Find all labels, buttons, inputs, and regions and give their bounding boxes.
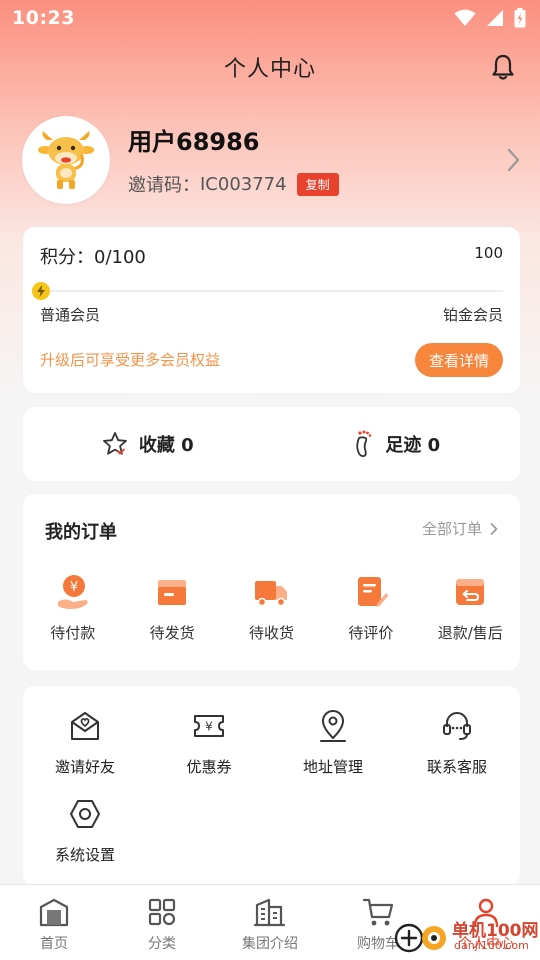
chevron-right-icon[interactable] bbox=[504, 146, 522, 174]
watermark-subtext: danji100.com bbox=[454, 939, 529, 952]
order-pending-receipt[interactable]: 待收货 bbox=[222, 572, 321, 643]
level-next: 铂金会员 bbox=[442, 306, 503, 324]
box-icon bbox=[158, 580, 187, 605]
invite-code-row: 邀请码： IC003774 复制 bbox=[128, 171, 339, 197]
points-card: 积分：0/100 100 普通会员 铂金会员 升级后可享受更多会员权益 查看详情 bbox=[23, 227, 520, 393]
level-current: 普通会员 bbox=[40, 306, 101, 324]
upgrade-hint: 升级后可享受更多会员权益 bbox=[40, 351, 221, 369]
tab-home-label: 首页 bbox=[40, 936, 68, 952]
building-icon bbox=[253, 898, 286, 927]
points-progress-track bbox=[40, 290, 503, 292]
watermark-logo-icon bbox=[394, 923, 446, 953]
tab-category-label: 分类 bbox=[148, 936, 176, 952]
page-title: 个人中心 bbox=[223, 57, 316, 82]
watermark: 单机100网 danji100.com bbox=[392, 914, 540, 960]
watermark-text: 单机100网 bbox=[452, 921, 539, 941]
footprint-label: 足迹 0 bbox=[385, 435, 441, 456]
chevron-right-small-icon bbox=[490, 522, 498, 535]
svg-text:¥: ¥ bbox=[70, 580, 78, 595]
favorites-card: 收藏 0 足迹 0 bbox=[23, 407, 520, 481]
tab-home[interactable]: 首页 bbox=[0, 885, 108, 960]
orders-card: 我的订单 全部订单 ¥ 待付款 待发货 待收货 待评价 退款/售后 bbox=[23, 494, 520, 670]
order-status-row: ¥ 待付款 待发货 待收货 待评价 退款/售后 bbox=[23, 572, 520, 643]
collect-label: 收藏 0 bbox=[138, 435, 194, 456]
avatar[interactable] bbox=[22, 116, 110, 204]
order-pending-payment-label: 待付款 bbox=[50, 624, 96, 642]
headset-icon bbox=[443, 712, 471, 740]
tool-address[interactable]: 地址管理 bbox=[271, 708, 395, 777]
category-grid-icon bbox=[148, 898, 176, 926]
order-pending-receipt-label: 待收货 bbox=[248, 624, 294, 642]
tools-card: 邀请好友 ¥ 优惠券 地址管理 联系客服 系统设置 bbox=[23, 686, 520, 886]
points-max: 100 bbox=[474, 244, 503, 262]
lightning-icon bbox=[37, 285, 45, 297]
order-pending-shipment-label: 待发货 bbox=[149, 624, 195, 642]
order-refund-label: 退款/售后 bbox=[437, 624, 503, 642]
copy-button[interactable]: 复制 bbox=[296, 172, 339, 196]
refund-icon bbox=[456, 579, 485, 605]
orders-title: 我的订单 bbox=[45, 522, 117, 543]
status-icons bbox=[454, 8, 526, 28]
signal-icon bbox=[487, 10, 503, 26]
tool-coupons[interactable]: ¥ 优惠券 bbox=[147, 708, 271, 777]
bell-icon[interactable] bbox=[488, 52, 518, 82]
coupon-icon: ¥ bbox=[194, 715, 224, 737]
truck-icon bbox=[255, 581, 288, 607]
tab-group-intro-label: 集团介绍 bbox=[242, 936, 298, 952]
tool-address-label: 地址管理 bbox=[302, 758, 363, 776]
all-orders-label: 全部订单 bbox=[421, 520, 482, 538]
tool-invite-friends[interactable]: 邀请好友 bbox=[23, 708, 147, 777]
invite-envelope-icon bbox=[71, 712, 99, 740]
page-header: 个人中心 bbox=[0, 44, 540, 90]
order-pending-payment[interactable]: ¥ 待付款 bbox=[23, 572, 122, 643]
all-orders-link[interactable]: 全部订单 bbox=[422, 518, 498, 539]
invite-label: 邀请码： bbox=[128, 175, 200, 196]
view-details-button[interactable]: 查看详情 bbox=[414, 343, 503, 377]
tool-invite-friends-label: 邀请好友 bbox=[54, 758, 115, 776]
order-pending-shipment[interactable]: 待发货 bbox=[122, 572, 221, 643]
username: 用户68986 bbox=[128, 128, 260, 156]
points-label: 积分：0/100 bbox=[40, 247, 146, 268]
tab-group-intro[interactable]: 集团介绍 bbox=[216, 885, 324, 960]
order-refund[interactable]: 退款/售后 bbox=[421, 572, 520, 643]
review-icon bbox=[357, 577, 389, 607]
order-pending-review[interactable]: 待评价 bbox=[321, 572, 420, 643]
progress-knob bbox=[32, 282, 50, 300]
tool-system-settings-label: 系统设置 bbox=[54, 846, 115, 864]
profile-section[interactable]: 用户68986 邀请码： IC003774 复制 bbox=[22, 116, 522, 206]
invite-code: IC003774 bbox=[200, 173, 287, 195]
footprint-entry[interactable]: 足迹 0 bbox=[272, 407, 521, 481]
tab-category[interactable]: 分类 bbox=[108, 885, 216, 960]
status-bar: 10:23 bbox=[0, 0, 540, 36]
tool-customer-service[interactable]: 联系客服 bbox=[395, 708, 519, 777]
cow-mascot-icon bbox=[38, 131, 94, 189]
payment-icon: ¥ bbox=[57, 575, 88, 609]
hexagon-settings-icon bbox=[70, 800, 100, 828]
cart-icon bbox=[362, 898, 394, 926]
status-time: 10:23 bbox=[12, 7, 75, 29]
order-pending-review-label: 待评价 bbox=[348, 624, 394, 642]
footprint-icon bbox=[356, 430, 372, 458]
wifi-icon bbox=[454, 9, 476, 26]
tool-coupons-label: 优惠券 bbox=[186, 758, 232, 776]
svg-text:¥: ¥ bbox=[205, 720, 213, 734]
tool-customer-service-label: 联系客服 bbox=[426, 758, 487, 776]
location-pin-icon bbox=[320, 710, 346, 742]
collect-entry[interactable]: 收藏 0 bbox=[23, 407, 272, 481]
home-icon bbox=[39, 898, 69, 927]
battery-icon bbox=[514, 8, 526, 28]
star-icon bbox=[102, 432, 127, 455]
tool-system-settings[interactable]: 系统设置 bbox=[23, 796, 147, 865]
